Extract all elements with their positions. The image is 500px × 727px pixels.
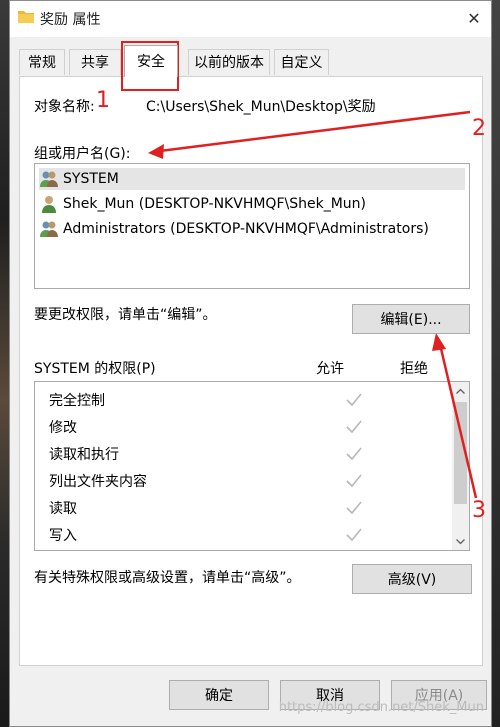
check-icon (346, 474, 362, 488)
ok-button[interactable]: 确定 (169, 680, 269, 710)
permission-label: 修改 (49, 420, 77, 436)
user-icon (42, 196, 56, 213)
user-name: SYSTEM (63, 171, 119, 187)
permission-row: 读取 (49, 497, 362, 519)
permission-label: 完全控制 (49, 393, 105, 409)
tab-customize[interactable]: 自定义 (274, 49, 329, 75)
permissions-scrollbar[interactable] (452, 382, 469, 550)
users-group-icon (40, 171, 58, 187)
advanced-hint-text: 有关特殊权限或高级设置，请单击“高级”。 (34, 570, 301, 586)
close-icon: ✕ (467, 8, 481, 28)
title-bar: 奖励 属性 ✕ (10, 1, 491, 37)
user-item-system[interactable]: SYSTEM (39, 168, 465, 190)
check-icon (346, 528, 362, 542)
scroll-thumb[interactable] (454, 402, 467, 504)
scroll-down-button[interactable] (452, 533, 469, 550)
window-title: 奖励 属性 (40, 12, 101, 28)
users-group-icon (40, 221, 58, 237)
properties-dialog: 奖励 属性 ✕ 常规 共享 安全 以前的版本 自定义 对象名称: C:\User… (9, 0, 492, 727)
scroll-up-button[interactable] (452, 382, 469, 399)
permission-label: 读取和执行 (49, 447, 119, 463)
tab-sharing[interactable]: 共享 (69, 49, 121, 75)
edit-button[interactable]: 编辑(E)... (352, 304, 470, 334)
permissions-header: SYSTEM 的权限(P) (34, 361, 156, 377)
check-icon (346, 420, 362, 434)
folder-icon (18, 11, 34, 23)
user-list[interactable]: SYSTEM Shek_Mun (DESKTOP-NKVHMQF\Shek_Mu… (34, 163, 470, 289)
annotation-number-1: 1 (96, 88, 110, 113)
chevron-down-icon (456, 538, 465, 544)
permission-row: 写入 (49, 524, 362, 546)
deny-column-header: 拒绝 (400, 361, 428, 377)
permission-row: 列出文件夹内容 (49, 470, 362, 492)
permission-row: 读取和执行 (49, 443, 362, 465)
watermark: https://blog.csdn.net/Shek_Mun (278, 700, 484, 715)
chevron-up-icon (456, 388, 465, 394)
object-name-label: 对象名称: (34, 99, 95, 115)
check-icon (346, 393, 362, 407)
user-name: Shek_Mun (DESKTOP-NKVHMQF\Shek_Mun) (63, 196, 366, 212)
tab-general[interactable]: 常规 (19, 49, 65, 75)
user-item-shek-mun[interactable]: Shek_Mun (DESKTOP-NKVHMQF\Shek_Mun) (39, 193, 465, 215)
advanced-button[interactable]: 高级(V) (352, 564, 472, 594)
user-name: Administrators (DESKTOP-NKVHMQF\Administ… (63, 221, 429, 237)
permission-row: 完全控制 (49, 389, 362, 411)
user-item-administrators[interactable]: Administrators (DESKTOP-NKVHMQF\Administ… (39, 218, 465, 240)
tab-previous-versions[interactable]: 以前的版本 (188, 49, 270, 75)
group-or-user-label: 组或用户名(G): (34, 146, 131, 162)
annotation-number-2: 2 (472, 116, 486, 141)
check-icon (346, 447, 362, 461)
edit-hint-text: 要更改权限，请单击“编辑”。 (34, 307, 217, 323)
permission-label: 写入 (49, 528, 77, 544)
close-button[interactable]: ✕ (463, 7, 485, 29)
permission-label: 列出文件夹内容 (49, 474, 147, 490)
object-name-value: C:\Users\Shek_Mun\Desktop\奖励 (146, 99, 376, 115)
permissions-list: 完全控制 修改 读取和执行 列出文件夹内容 读取 写入 (34, 381, 470, 551)
check-icon (346, 501, 362, 515)
tab-security[interactable]: 安全 (124, 45, 178, 77)
permission-label: 读取 (49, 501, 77, 517)
allow-column-header: 允许 (316, 361, 344, 377)
annotation-number-3: 3 (472, 498, 486, 523)
permission-row: 修改 (49, 416, 362, 438)
